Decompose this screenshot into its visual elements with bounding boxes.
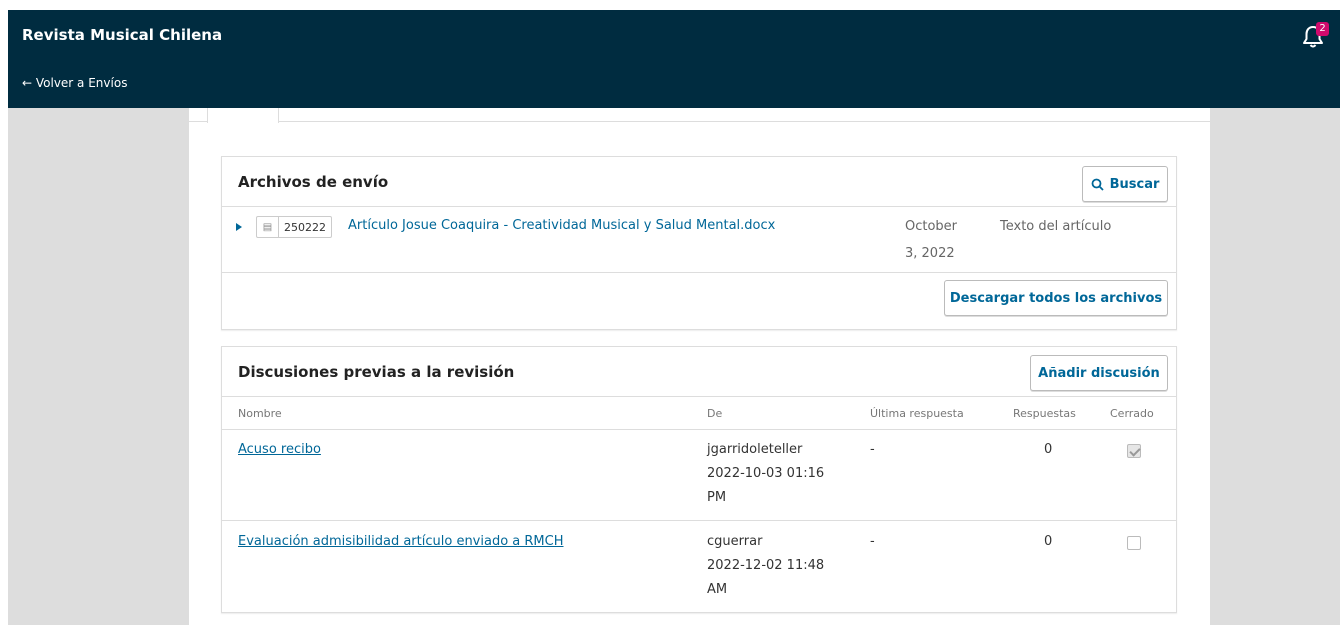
notification-count-badge: 2 — [1316, 22, 1329, 36]
discussion-from-date: 2022-10-03 01:16 — [707, 466, 825, 481]
journal-title[interactable]: Revista Musical Chilena — [22, 26, 222, 44]
file-name-link[interactable]: Artículo Josue Coaquira - Creatividad Mu… — [348, 218, 775, 233]
divider — [222, 206, 1176, 207]
add-discussion-button[interactable]: Añadir discusión — [1030, 355, 1168, 391]
search-icon — [1091, 178, 1104, 191]
column-header-from: De — [707, 407, 723, 420]
discussions-panel-title: Discusiones previas a la revisión — [238, 363, 515, 381]
discussion-link[interactable]: Acuso recibo — [238, 442, 321, 457]
closed-checkbox[interactable] — [1127, 444, 1141, 458]
pre-review-discussions-panel: Discusiones previas a la revisión Añadir… — [221, 346, 1177, 613]
column-header-closed: Cerrado — [1110, 407, 1154, 420]
expand-caret-icon[interactable] — [236, 223, 242, 231]
discussion-from-date: 2022-12-02 11:48 — [707, 558, 825, 573]
file-id: 250222 — [284, 220, 326, 234]
file-date-line1: October — [905, 219, 958, 234]
column-header-last-reply: Última respuesta — [870, 407, 964, 420]
download-all-files-button[interactable]: Descargar todos los archivos — [944, 280, 1168, 316]
divider — [222, 272, 1176, 273]
discussion-last-reply: - — [870, 534, 875, 549]
discussion-from-user: jgarridoleteller — [707, 442, 803, 457]
document-icon: ▤ — [257, 217, 279, 237]
active-tab[interactable] — [207, 108, 279, 123]
submission-files-panel: Archivos de envío Buscar ▤ 250222 Artícu… — [221, 156, 1177, 330]
search-button-label: Buscar — [1109, 176, 1160, 192]
back-to-submissions-link[interactable]: ← Volver a Envíos — [22, 76, 127, 90]
divider — [222, 396, 1176, 397]
discussion-last-reply: - — [870, 442, 875, 457]
discussion-replies: 0 — [1044, 534, 1053, 549]
divider — [222, 429, 1176, 430]
discussion-from-time: AM — [707, 582, 728, 597]
closed-checkbox[interactable] — [1127, 536, 1141, 550]
files-panel-title: Archivos de envío — [238, 173, 389, 191]
column-header-name: Nombre — [238, 407, 282, 420]
discussion-link[interactable]: Evaluación admisibilidad artículo enviad… — [238, 534, 564, 549]
workflow-content: Archivos de envío Buscar ▤ 250222 Artícu… — [189, 108, 1210, 625]
discussion-replies: 0 — [1044, 442, 1053, 457]
notifications-button[interactable]: 2 — [1301, 22, 1329, 50]
column-header-replies: Respuestas — [1013, 407, 1076, 420]
tab-strip — [189, 108, 1210, 123]
discussion-from-time: PM — [707, 490, 727, 505]
app-header: Revista Musical Chilena ← Volver a Envío… — [8, 10, 1340, 108]
file-date-line2: 3, 2022 — [905, 246, 955, 261]
file-id-badge: ▤ 250222 — [256, 216, 332, 238]
search-button[interactable]: Buscar — [1082, 166, 1168, 202]
divider — [222, 520, 1176, 521]
file-type: Texto del artículo — [1000, 219, 1112, 234]
discussion-from-user: cguerrar — [707, 534, 763, 549]
